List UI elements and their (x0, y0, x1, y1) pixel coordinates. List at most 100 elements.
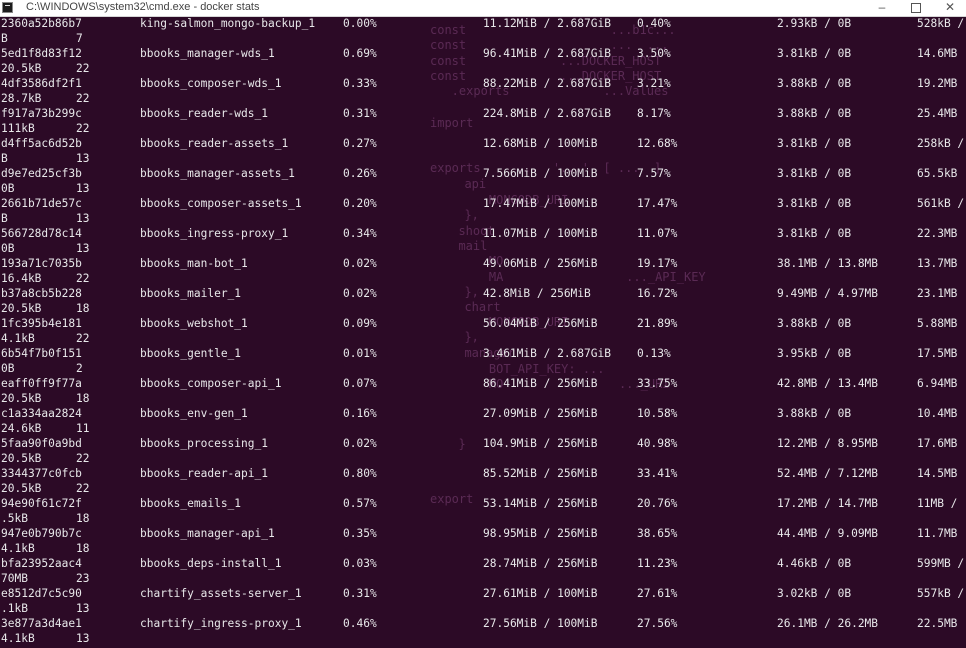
stats-row: eaff0ff9f77a bbooks_composer-api_1 0.07% 86… (0, 377, 966, 407)
container-name: bbooks_manager-api_1 (140, 527, 275, 540)
block-io-wrapped: .1kB (1, 602, 28, 615)
mem-percent: 17.47% (637, 197, 678, 210)
container-id: f917a73b299c (1, 107, 82, 120)
container-name: bbooks_webshot_1 (140, 317, 248, 330)
container-name: king-salmon_mongo-backup_1 (140, 17, 316, 30)
mem-usage-limit: 224.8MiB / 2.687GiB (483, 107, 611, 120)
maximize-icon[interactable] (902, 0, 930, 16)
cpu-percent: 0.20% (343, 197, 377, 210)
net-io: 3.02kB / 0B (777, 587, 852, 600)
pids: 22 (76, 122, 90, 135)
container-id: bfa23952aac4 (1, 557, 82, 570)
stats-row: 4df3586df2f1 bbooks_composer-wds_1 0.33% 88… (0, 77, 966, 107)
net-io: 12.2MB / 8.95MB (777, 437, 879, 450)
window-titlebar: C:\WINDOWS\system32\cmd.exe - docker sta… (0, 0, 966, 17)
mem-percent: 33.41% (637, 467, 678, 480)
block-io: 65.5kB (917, 167, 958, 180)
stats-row: 2360a52b86b7 king-salmon_mongo-backup_1 0.… (0, 17, 966, 47)
cpu-percent: 0.26% (343, 167, 377, 180)
mem-usage-limit: 17.47MiB / 100MiB (483, 197, 598, 210)
stats-row: 566728d78c14 bbooks_ingress-proxy_1 0.34% 1… (0, 227, 966, 257)
stats-row: 947e0b790b7c bbooks_manager-api_1 0.35% 98.… (0, 527, 966, 557)
block-io: 22.5MB (917, 617, 958, 630)
mem-usage-limit: 12.68MiB / 100MiB (483, 137, 598, 150)
stats-row: d4ff5ac6d52b bbooks_reader-assets_1 0.27% 1… (0, 137, 966, 167)
container-id: 94e90f61c72f (1, 497, 82, 510)
minimize-icon[interactable]: – (868, 0, 896, 16)
block-io: 599MB / (917, 557, 965, 570)
net-io: 4.46kB / 0B (777, 557, 852, 570)
pids: 22 (76, 452, 90, 465)
mem-percent: 10.58% (637, 407, 678, 420)
cpu-percent: 0.34% (343, 227, 377, 240)
block-io-wrapped: 28.7kB (1, 92, 42, 105)
net-io: 3.81kB / 0B (777, 137, 852, 150)
net-io: 3.81kB / 0B (777, 167, 852, 180)
close-icon[interactable]: ✕ (936, 0, 964, 16)
container-id: 2360a52b86b7 (1, 17, 82, 30)
block-io: 17.6MB (917, 437, 958, 450)
pids: 13 (76, 602, 90, 615)
block-io: 11.7MB (917, 527, 958, 540)
block-io-wrapped: 70MB (1, 572, 28, 585)
container-name: bbooks_reader-api_1 (140, 467, 268, 480)
mem-usage-limit: 96.41MiB / 2.687GiB (483, 47, 611, 60)
container-id: 6b54f7b0f151 (1, 347, 82, 360)
block-io: 11MB / (917, 497, 958, 510)
container-name: bbooks_man-bot_1 (140, 257, 248, 270)
container-name: bbooks_manager-wds_1 (140, 47, 275, 60)
net-io: 3.81kB / 0B (777, 227, 852, 240)
block-io-wrapped: 20.5kB (1, 452, 42, 465)
container-id: 3e877a3d4ae1 (1, 617, 82, 630)
container-name: bbooks_ingress-proxy_1 (140, 227, 289, 240)
block-io: 14.5MB (917, 467, 958, 480)
terminal-output[interactable]: 2360a52b86b7 king-salmon_mongo-backup_1 0.… (0, 17, 966, 648)
cpu-percent: 0.33% (343, 77, 377, 90)
container-id: 4df3586df2f1 (1, 77, 82, 90)
block-io-wrapped: 20.5kB (1, 482, 42, 495)
net-io: 17.2MB / 14.7MB (777, 497, 879, 510)
mem-usage-limit: 27.61MiB / 100MiB (483, 587, 598, 600)
stats-row: 193a71c7035b bbooks_man-bot_1 0.02% 49.06Mi… (0, 257, 966, 287)
stats-row: 3e877a3d4ae1 chartify_ingress-proxy_1 0.46… (0, 617, 966, 647)
block-io: 528kB / (917, 17, 965, 30)
mem-usage-limit: 53.14MiB / 256MiB (483, 497, 598, 510)
block-io-wrapped: 0B (1, 182, 15, 195)
block-io: 22.3MB (917, 227, 958, 240)
container-name: bbooks_deps-install_1 (140, 557, 282, 570)
pids: 22 (76, 332, 90, 345)
window-title: C:\WINDOWS\system32\cmd.exe - docker sta… (26, 1, 260, 13)
container-id: 1fc395b4e181 (1, 317, 82, 330)
stats-row: 1fc395b4e181 bbooks_webshot_1 0.09% 56.04Mi… (0, 317, 966, 347)
net-io: 52.4MB / 7.12MB (777, 467, 879, 480)
stats-row: c1a334aa2824 bbooks_env-gen_1 0.16% 27.09Mi… (0, 407, 966, 437)
mem-usage-limit: 42.8MiB / 256MiB (483, 287, 591, 300)
container-id: 5ed1f8d83f12 (1, 47, 82, 60)
block-io: 6.94MB (917, 377, 958, 390)
block-io: 23.1MB (917, 287, 958, 300)
mem-percent: 3.21% (637, 77, 671, 90)
cpu-percent: 0.16% (343, 407, 377, 420)
mem-usage-limit: 11.07MiB / 100MiB (483, 227, 598, 240)
mem-usage-limit: 27.09MiB / 256MiB (483, 407, 598, 420)
cpu-percent: 0.02% (343, 437, 377, 450)
pids: 18 (76, 512, 90, 525)
block-io: 19.2MB (917, 77, 958, 90)
mem-usage-limit: 98.95MiB / 256MiB (483, 527, 598, 540)
mem-percent: 11.07% (637, 227, 678, 240)
mem-percent: 27.61% (637, 587, 678, 600)
block-io: 557kB / (917, 587, 965, 600)
block-io-wrapped: 4.1kB (1, 632, 35, 645)
net-io: 3.88kB / 0B (777, 77, 852, 90)
stats-row: 94e90f61c72f bbooks_emails_1 0.57% 53.14MiB… (0, 497, 966, 527)
block-io-wrapped: 0B (1, 362, 15, 375)
container-name: chartify_ingress-proxy_1 (140, 617, 302, 630)
container-name: bbooks_reader-assets_1 (140, 137, 289, 150)
pids: 13 (76, 242, 90, 255)
container-name: bbooks_emails_1 (140, 497, 242, 510)
container-id: 947e0b790b7c (1, 527, 82, 540)
mem-usage-limit: 88.22MiB / 2.687GiB (483, 77, 611, 90)
pids: 13 (76, 212, 90, 225)
net-io: 38.1MB / 13.8MB (777, 257, 879, 270)
mem-usage-limit: 11.12MiB / 2.687GiB (483, 17, 611, 30)
